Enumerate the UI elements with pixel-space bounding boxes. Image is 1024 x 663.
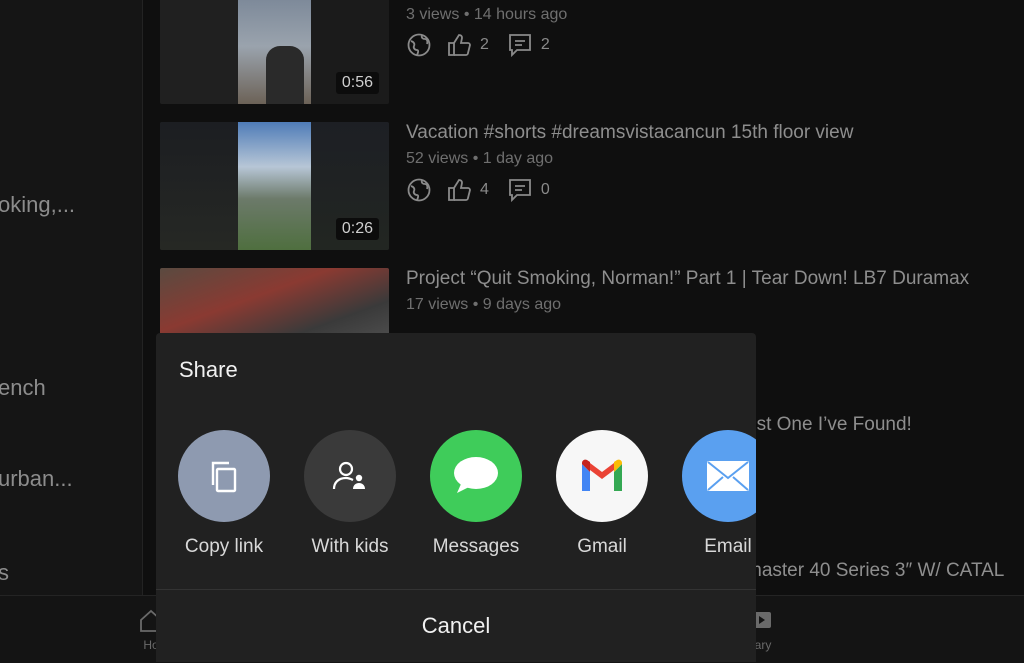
video-age: 9 days ago — [482, 296, 562, 313]
video-item[interactable]: 0:56 3 views • 14 hours ago 2 2 — [160, 0, 1024, 104]
share-gmail[interactable]: Gmail — [542, 430, 662, 558]
video-age: 1 day ago — [482, 150, 554, 167]
left-panel-item[interactable]: s — [0, 560, 9, 586]
like-count: 4 — [480, 181, 489, 198]
email-icon — [707, 461, 749, 491]
video-title[interactable]: Vacation #shorts #dreamsvistacancun 15th… — [406, 122, 853, 144]
cancel-button[interactable]: Cancel — [156, 590, 756, 662]
share-sheet: Share Copy link With kids Messages Gmail… — [156, 333, 756, 662]
video-duration: 0:56 — [335, 72, 379, 94]
video-views: 52 views — [406, 150, 469, 167]
video-thumbnail[interactable]: 0:26 — [160, 122, 389, 250]
like-count: 2 — [480, 36, 489, 53]
share-messages[interactable]: Messages — [416, 430, 536, 558]
share-email[interactable]: Email — [668, 430, 756, 558]
copy-icon — [211, 461, 237, 493]
left-panel: oking,... ench urban... s — [0, 0, 143, 595]
comment-icon[interactable] — [507, 32, 533, 58]
share-option-label: With kids — [311, 536, 389, 557]
video-meta: 52 views • 1 day ago — [406, 150, 554, 167]
left-panel-item[interactable]: oking,... — [0, 192, 75, 218]
video-actions: 2 2 — [406, 32, 568, 58]
video-title[interactable]: Project “Quit Smoking, Norman!” Part 1 |… — [406, 268, 969, 290]
messages-circle[interactable] — [430, 430, 522, 522]
globe-icon — [406, 177, 432, 203]
comment-count: 2 — [540, 36, 550, 53]
email-circle[interactable] — [682, 430, 756, 522]
messages-icon — [454, 457, 498, 493]
video-meta: 3 views • 14 hours ago — [406, 6, 568, 23]
video-thumbnail[interactable]: 0:56 — [160, 0, 389, 104]
share-option-label: Gmail — [577, 536, 627, 557]
video-actions: 4 0 — [406, 177, 568, 203]
share-with-kids[interactable]: With kids — [290, 430, 410, 558]
comment-count: 0 — [540, 181, 550, 198]
video-duration: 0:26 — [335, 218, 379, 240]
with-kids-circle[interactable] — [304, 430, 396, 522]
video-views: 17 views — [406, 296, 469, 313]
video-meta: 17 views • 9 days ago — [406, 296, 562, 313]
share-copy-link[interactable]: Copy link — [164, 430, 284, 558]
copy-link-circle[interactable] — [178, 430, 270, 522]
kids-icon — [332, 461, 365, 490]
gmail-icon — [582, 459, 622, 491]
share-option-label: Copy link — [184, 536, 264, 557]
share-sheet-title: Share — [179, 357, 238, 382]
globe-icon — [406, 32, 432, 58]
share-option-label: Email — [704, 536, 752, 557]
video-views: 3 views — [406, 6, 460, 23]
thumbs-up-icon[interactable] — [446, 32, 472, 58]
video-title-partial[interactable]: master 40 Series 3″ W/ CATAL — [746, 560, 1004, 582]
video-age: 14 hours ago — [473, 6, 568, 23]
comment-icon[interactable] — [507, 177, 533, 203]
gmail-circle[interactable] — [556, 430, 648, 522]
video-item[interactable]: 0:26 Vacation #shorts #dreamsvistacancun… — [160, 122, 1024, 250]
thumbs-up-icon[interactable] — [446, 177, 472, 203]
share-option-label: Messages — [432, 536, 520, 557]
left-panel-item[interactable]: ench — [0, 375, 46, 401]
video-title-partial[interactable]: est One I’ve Found! — [746, 414, 912, 436]
share-options-row[interactable]: Copy link With kids Messages Gmail Email — [156, 430, 756, 560]
left-panel-item[interactable]: urban... — [0, 466, 73, 492]
